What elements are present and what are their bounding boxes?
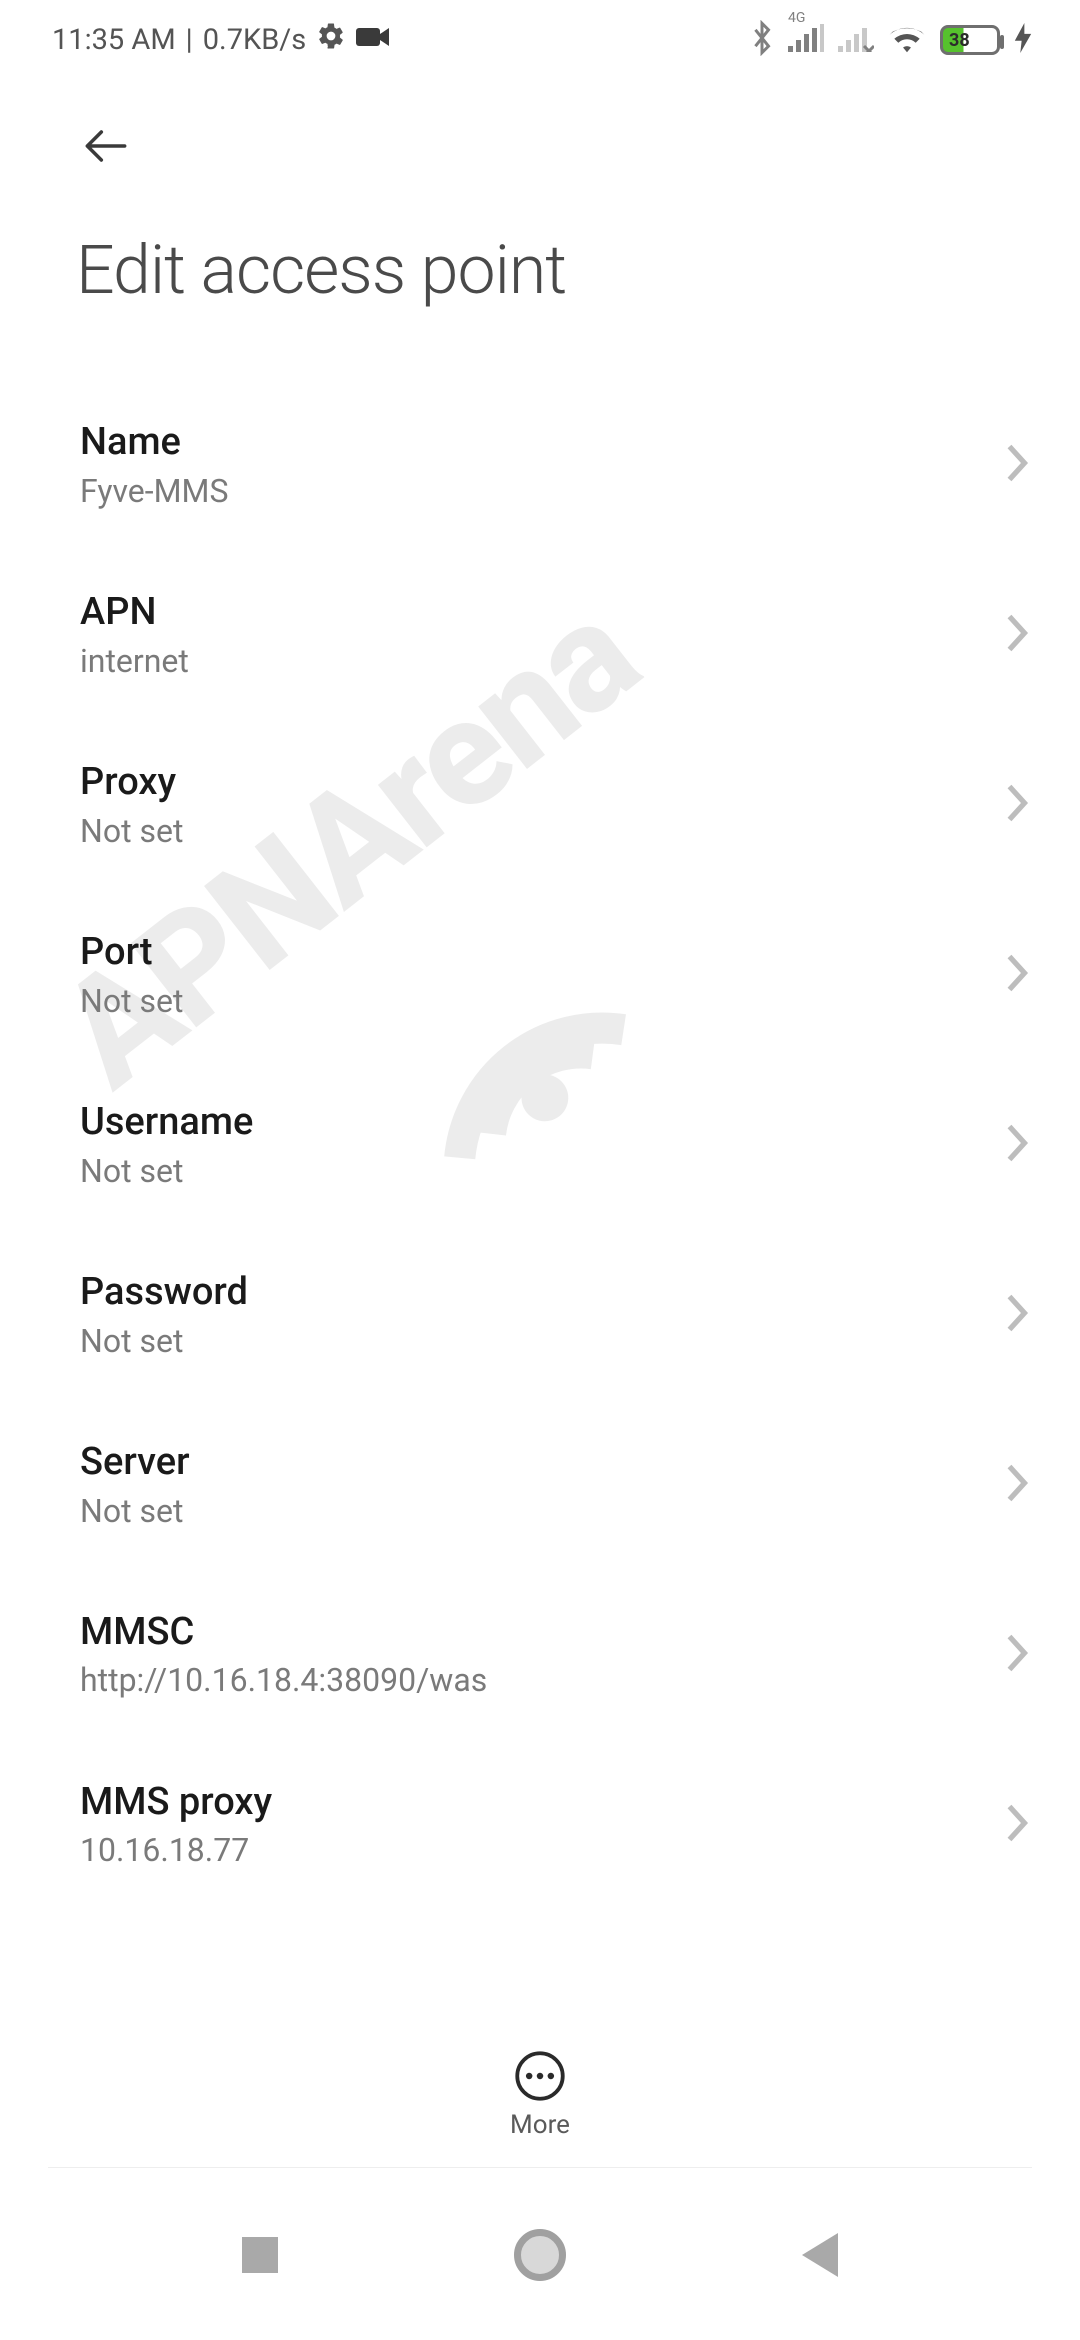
- item-port[interactable]: Port Not set: [0, 890, 1080, 1060]
- item-value: http://10.16.18.4:38090/was: [80, 1661, 994, 1699]
- item-label: Name: [80, 420, 994, 466]
- camera-icon: [356, 23, 390, 57]
- item-value: Not set: [80, 1322, 994, 1360]
- item-apn[interactable]: APN internet: [0, 550, 1080, 720]
- item-value: Not set: [80, 1152, 994, 1190]
- item-proxy[interactable]: Proxy Not set: [0, 720, 1080, 890]
- network-label: 4G: [788, 10, 805, 26]
- item-server[interactable]: Server Not set: [0, 1400, 1080, 1570]
- item-mmsc[interactable]: MMSC http://10.16.18.4:38090/was: [0, 1570, 1080, 1740]
- back-button[interactable]: [76, 116, 136, 176]
- chevron-right-icon: [1002, 1122, 1032, 1168]
- nav-recents-button[interactable]: [228, 2223, 292, 2287]
- page-title: Edit access point: [76, 230, 566, 310]
- chevron-right-icon: [1002, 1462, 1032, 1508]
- nav-back-button[interactable]: [788, 2223, 852, 2287]
- item-mms-proxy[interactable]: MMS proxy 10.16.18.77: [0, 1740, 1080, 1880]
- charging-icon: [1014, 23, 1032, 57]
- status-sep: |: [186, 23, 193, 57]
- item-label: APN: [80, 590, 994, 636]
- item-value: internet: [80, 642, 994, 680]
- more-button[interactable]: [514, 2050, 566, 2102]
- chevron-right-icon: [1002, 1802, 1032, 1848]
- chevron-right-icon: [1002, 952, 1032, 998]
- signal-2-icon: [838, 24, 874, 56]
- bluetooth-icon: [750, 20, 774, 60]
- item-value: Not set: [80, 982, 994, 1020]
- item-label: Username: [80, 1100, 994, 1146]
- more-icon: [514, 2050, 566, 2102]
- wifi-icon: [888, 23, 926, 57]
- item-label: Proxy: [80, 760, 994, 806]
- status-speed: 0.7KB/s: [203, 23, 306, 57]
- item-password[interactable]: Password Not set: [0, 1230, 1080, 1400]
- item-label: MMS proxy: [80, 1780, 994, 1826]
- chevron-right-icon: [1002, 442, 1032, 488]
- item-value: Fyve-MMS: [80, 472, 994, 510]
- item-value: 10.16.18.77: [80, 1831, 994, 1869]
- settings-list: Name Fyve-MMS APN internet Proxy Not set…: [0, 380, 1080, 1880]
- chevron-right-icon: [1002, 782, 1032, 828]
- circle-icon: [514, 2229, 566, 2281]
- item-value: Not set: [80, 812, 994, 850]
- item-label: MMSC: [80, 1610, 994, 1656]
- item-username[interactable]: Username Not set: [0, 1060, 1080, 1230]
- square-icon: [242, 2237, 278, 2273]
- item-value: Not set: [80, 1492, 994, 1530]
- arrow-left-icon: [78, 118, 134, 174]
- item-label: Password: [80, 1270, 994, 1316]
- triangle-icon: [802, 2233, 838, 2277]
- item-name[interactable]: Name Fyve-MMS: [0, 380, 1080, 550]
- status-time: 11:35 AM: [52, 23, 176, 57]
- item-label: Port: [80, 930, 994, 976]
- battery-icon: 38: [940, 25, 1000, 55]
- chevron-right-icon: [1002, 1632, 1032, 1678]
- more-label: More: [510, 2110, 570, 2140]
- item-label: Server: [80, 1440, 994, 1486]
- divider: [48, 2167, 1032, 2168]
- gear-icon: [316, 21, 346, 59]
- battery-percent: 38: [949, 28, 970, 52]
- chevron-right-icon: [1002, 1292, 1032, 1338]
- nav-home-button[interactable]: [508, 2223, 572, 2287]
- chevron-right-icon: [1002, 612, 1032, 658]
- status-bar: 11:35 AM | 0.7KB/s 4G 38: [0, 0, 1080, 80]
- navigation-bar: [0, 2170, 1080, 2340]
- signal-icon: [788, 37, 824, 56]
